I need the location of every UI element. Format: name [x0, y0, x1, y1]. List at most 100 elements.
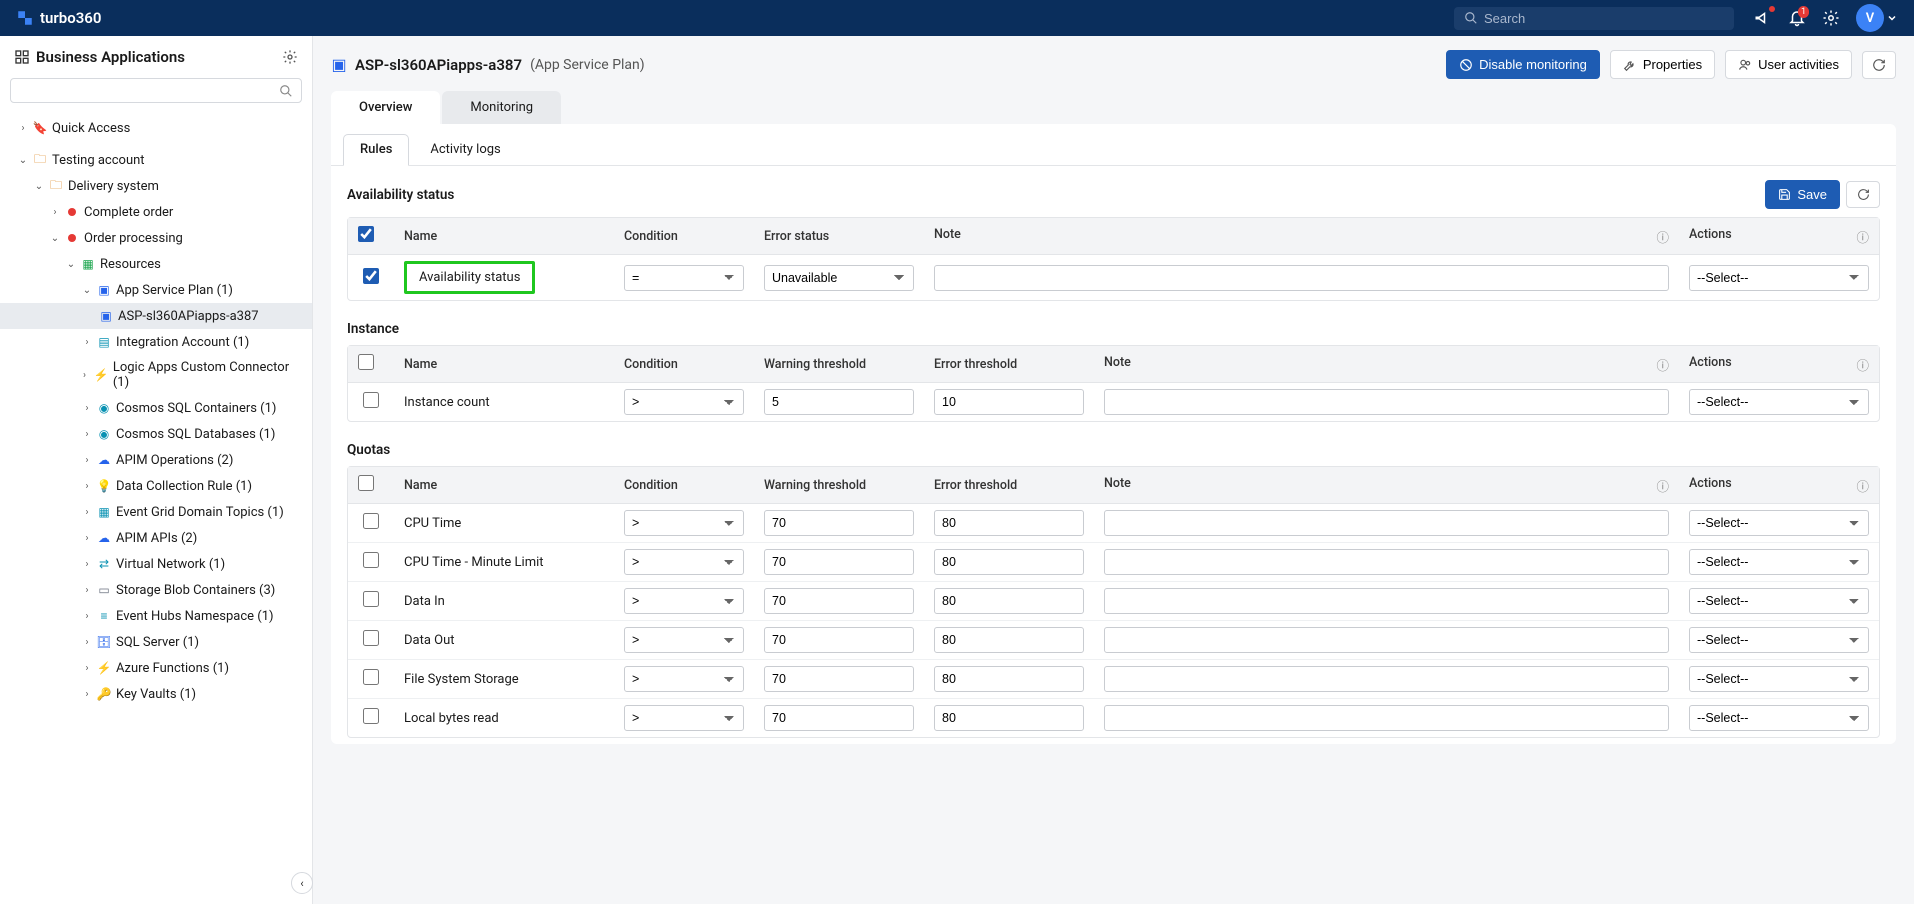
- row-checkbox[interactable]: [363, 513, 379, 529]
- condition-select[interactable]: >: [624, 627, 744, 653]
- info-icon[interactable]: ⓘ: [1856, 227, 1869, 246]
- error-input[interactable]: [934, 389, 1084, 415]
- tree-quick-access[interactable]: › 🔖 Quick Access: [0, 115, 312, 141]
- note-input[interactable]: [1104, 705, 1669, 731]
- inner-tab-activity-logs[interactable]: Activity logs: [413, 134, 517, 165]
- user-activities-button[interactable]: User activities: [1725, 50, 1852, 79]
- tree-testing-account[interactable]: ⌄ 🗀 Testing account: [0, 147, 312, 173]
- error-input[interactable]: [934, 627, 1084, 653]
- availability-select-all[interactable]: [358, 226, 374, 242]
- action-select[interactable]: --Select--: [1689, 265, 1869, 291]
- warning-input[interactable]: [764, 705, 914, 731]
- warning-input[interactable]: [764, 510, 914, 536]
- warning-input[interactable]: [764, 389, 914, 415]
- condition-select[interactable]: >: [624, 549, 744, 575]
- quotas-select-all[interactable]: [358, 475, 374, 491]
- tree-sql-server[interactable]: › 🗄 SQL Server (1): [0, 629, 312, 655]
- instance-select-all[interactable]: [358, 354, 374, 370]
- info-icon[interactable]: ⓘ: [1856, 355, 1869, 374]
- row-checkbox[interactable]: [363, 669, 379, 685]
- info-icon[interactable]: ⓘ: [1656, 476, 1669, 495]
- warning-input[interactable]: [764, 666, 914, 692]
- note-input[interactable]: [1104, 549, 1669, 575]
- note-input[interactable]: [1104, 588, 1669, 614]
- user-menu[interactable]: V: [1856, 4, 1898, 32]
- bell-icon[interactable]: 1: [1788, 9, 1806, 27]
- info-icon[interactable]: ⓘ: [1856, 476, 1869, 495]
- save-button[interactable]: Save: [1765, 180, 1840, 209]
- condition-select[interactable]: =: [624, 265, 744, 291]
- condition-select[interactable]: >: [624, 588, 744, 614]
- tree-cosmos-containers[interactable]: › ◉ Cosmos SQL Containers (1): [0, 395, 312, 421]
- row-checkbox[interactable]: [363, 392, 379, 408]
- tree-event-grid-topics[interactable]: › ▦ Event Grid Domain Topics (1): [0, 499, 312, 525]
- warning-input[interactable]: [764, 627, 914, 653]
- refresh-section-button[interactable]: [1846, 181, 1880, 208]
- tree-asp-item[interactable]: ▣ ASP-sl360APiapps-a387: [0, 303, 312, 329]
- note-input[interactable]: [934, 265, 1669, 291]
- condition-select[interactable]: >: [624, 666, 744, 692]
- global-search[interactable]: [1454, 7, 1734, 30]
- tree-apim-operations[interactable]: › ☁ APIM Operations (2): [0, 447, 312, 473]
- condition-select[interactable]: >: [624, 510, 744, 536]
- collapse-sidebar-button[interactable]: ‹: [291, 872, 313, 894]
- sidebar-search[interactable]: [10, 78, 302, 103]
- info-icon[interactable]: ⓘ: [1656, 227, 1669, 246]
- tree-azure-functions[interactable]: › ⚡ Azure Functions (1): [0, 655, 312, 681]
- tree-app-service-plan[interactable]: ⌄ ▣ App Service Plan (1): [0, 277, 312, 303]
- note-input[interactable]: [1104, 510, 1669, 536]
- action-select[interactable]: --Select--: [1689, 666, 1869, 692]
- error-input[interactable]: [934, 549, 1084, 575]
- error-status-select[interactable]: Unavailable: [764, 265, 914, 291]
- gear-icon[interactable]: [1822, 9, 1840, 27]
- tree-storage-blob[interactable]: › ▭ Storage Blob Containers (3): [0, 577, 312, 603]
- info-icon[interactable]: ⓘ: [1656, 355, 1669, 374]
- action-select[interactable]: --Select--: [1689, 389, 1869, 415]
- sidebar-search-input[interactable]: [19, 83, 279, 98]
- inner-tab-rules[interactable]: Rules: [343, 134, 409, 166]
- tree-cosmos-databases[interactable]: › ◉ Cosmos SQL Databases (1): [0, 421, 312, 447]
- tree-virtual-network[interactable]: › ⇄ Virtual Network (1): [0, 551, 312, 577]
- global-search-input[interactable]: [1484, 11, 1724, 26]
- error-input[interactable]: [934, 666, 1084, 692]
- row-checkbox[interactable]: [363, 552, 379, 568]
- action-select[interactable]: --Select--: [1689, 588, 1869, 614]
- tree-resources[interactable]: ⌄ ▦ Resources: [0, 251, 312, 277]
- properties-button[interactable]: Properties: [1610, 50, 1715, 79]
- note-input[interactable]: [1104, 666, 1669, 692]
- sidebar-gear-icon[interactable]: [282, 49, 298, 65]
- row-checkbox[interactable]: [363, 268, 379, 284]
- logo[interactable]: turbo360: [16, 9, 101, 27]
- warning-input[interactable]: [764, 549, 914, 575]
- tree-complete-order[interactable]: › Complete order: [0, 199, 312, 225]
- action-select[interactable]: --Select--: [1689, 627, 1869, 653]
- tree-key-vaults[interactable]: › 🔑 Key Vaults (1): [0, 681, 312, 707]
- tab-monitoring[interactable]: Monitoring: [442, 91, 561, 124]
- tree-delivery-system[interactable]: ⌄ 🗀 Delivery system: [0, 173, 312, 199]
- tree-order-processing[interactable]: ⌄ Order processing: [0, 225, 312, 251]
- tree-data-collection-rule[interactable]: › 💡 Data Collection Rule (1): [0, 473, 312, 499]
- note-input[interactable]: [1104, 389, 1669, 415]
- note-input[interactable]: [1104, 627, 1669, 653]
- tree-integration-account[interactable]: › ▤ Integration Account (1): [0, 329, 312, 355]
- action-select[interactable]: --Select--: [1689, 549, 1869, 575]
- tree-apim-apis[interactable]: › ☁ APIM APIs (2): [0, 525, 312, 551]
- error-input[interactable]: [934, 510, 1084, 536]
- condition-select[interactable]: >: [624, 389, 744, 415]
- row-checkbox[interactable]: [363, 591, 379, 607]
- warning-input[interactable]: [764, 588, 914, 614]
- action-select[interactable]: --Select--: [1689, 705, 1869, 731]
- tree[interactable]: › 🔖 Quick Access ⌄ 🗀 Testing account ⌄ 🗀…: [0, 111, 312, 904]
- refresh-button[interactable]: [1862, 51, 1896, 79]
- row-checkbox[interactable]: [363, 708, 379, 724]
- action-select[interactable]: --Select--: [1689, 510, 1869, 536]
- announce-icon[interactable]: [1754, 9, 1772, 27]
- error-input[interactable]: [934, 588, 1084, 614]
- tree-logic-apps-connector[interactable]: › ⚡ Logic Apps Custom Connector (1): [0, 355, 312, 395]
- tab-overview[interactable]: Overview: [331, 91, 440, 124]
- row-checkbox[interactable]: [363, 630, 379, 646]
- disable-monitoring-button[interactable]: Disable monitoring: [1446, 50, 1600, 79]
- tree-event-hubs[interactable]: › ≡ Event Hubs Namespace (1): [0, 603, 312, 629]
- condition-select[interactable]: >: [624, 705, 744, 731]
- error-input[interactable]: [934, 705, 1084, 731]
